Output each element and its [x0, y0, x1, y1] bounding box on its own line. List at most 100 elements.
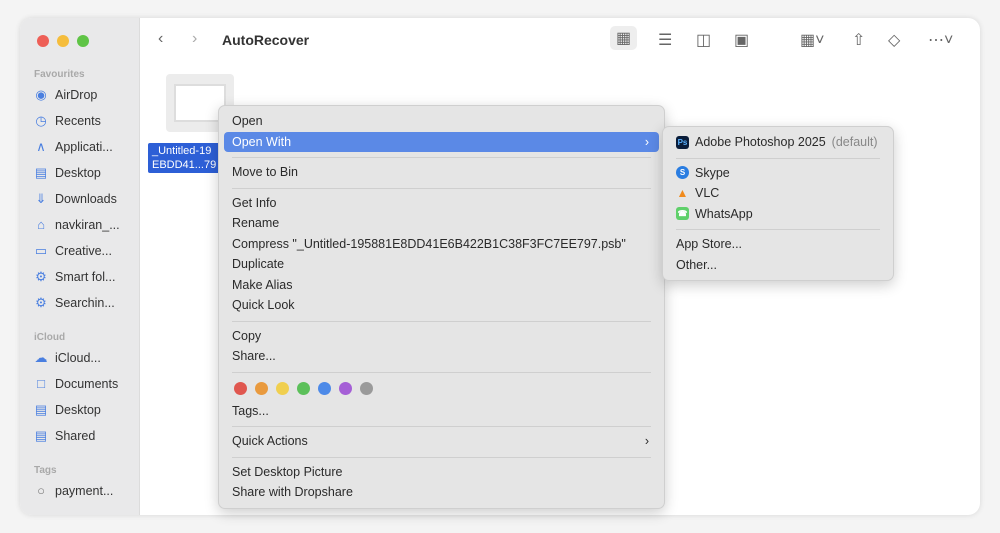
- label: Open With: [232, 134, 292, 149]
- divider: [668, 224, 888, 234]
- sidebar-item-label: Applicati...: [55, 140, 113, 154]
- home-icon: ⌂: [37, 217, 45, 232]
- label: Other...: [676, 257, 717, 272]
- app-photoshop[interactable]: Ps Adobe Photoshop 2025 (default): [668, 132, 888, 153]
- tag-colors: [224, 377, 659, 401]
- tag-icon[interactable]: ◇: [888, 30, 900, 50]
- photoshop-icon: Ps: [676, 135, 689, 149]
- group-button[interactable]: ▦˅: [800, 30, 824, 50]
- divider: [224, 183, 659, 193]
- menu-tags[interactable]: Tags...: [224, 401, 659, 422]
- icon-view-button[interactable]: ▦: [610, 26, 638, 50]
- menu-share-dropshare[interactable]: Share with Dropshare: [224, 482, 659, 503]
- sidebar-item[interactable]: ⚙ Searchin...: [34, 296, 138, 311]
- menu-copy[interactable]: Copy: [224, 326, 659, 347]
- tag-color-dot[interactable]: [234, 382, 247, 395]
- sidebar-item[interactable]: ▤ Desktop: [34, 166, 138, 181]
- sidebar-item[interactable]: ◉ AirDrop: [34, 87, 138, 103]
- sidebar-item[interactable]: ⚙ Smart fol...: [34, 270, 138, 285]
- sidebar-item[interactable]: ∧ Applicati...: [34, 139, 138, 155]
- tag-color-dot[interactable]: [276, 382, 289, 395]
- document-icon: □: [37, 376, 45, 391]
- list-view-button[interactable]: ☰: [658, 30, 672, 50]
- divider: [224, 452, 659, 462]
- label: Move to Bin: [232, 165, 299, 179]
- tag-color-dot[interactable]: [339, 382, 352, 395]
- sidebar-item-label: Shared: [55, 429, 96, 443]
- label: Rename: [232, 216, 280, 230]
- label: Duplicate: [232, 257, 285, 271]
- share-icon[interactable]: ⇧: [852, 30, 865, 50]
- label: VLC: [695, 186, 720, 200]
- airdrop-icon: ◉: [35, 87, 47, 102]
- sidebar-item-label: iCloud...: [55, 351, 101, 365]
- menu-make-alias[interactable]: Make Alias: [224, 275, 659, 296]
- menu-duplicate[interactable]: Duplicate: [224, 254, 659, 275]
- tag-color-dot[interactable]: [360, 382, 373, 395]
- app-skype[interactable]: S Skype: [668, 163, 888, 184]
- applications-icon: ∧: [36, 139, 46, 154]
- menu-compress[interactable]: Compress "_Untitled-195881E8DD41E6B422B1…: [224, 234, 659, 255]
- section-favourites: Favourites: [34, 69, 85, 80]
- divider: [224, 367, 659, 377]
- menu-quick-actions[interactable]: Quick Actions ›: [224, 431, 659, 452]
- divider: [224, 316, 659, 326]
- sidebar-item-label: payment...: [55, 484, 114, 498]
- clock-icon: ◷: [35, 113, 47, 128]
- open-with-submenu: Ps Adobe Photoshop 2025 (default) S Skype ▲…: [662, 126, 894, 281]
- menu-open-with[interactable]: Open With ›: [224, 131, 659, 152]
- close-button[interactable]: [37, 35, 49, 47]
- app-whatsapp[interactable]: ☎ WhatsApp: [668, 204, 888, 225]
- file-name-line1: _Untitled-19: [152, 145, 212, 157]
- menu-share[interactable]: Share...: [224, 346, 659, 367]
- divider: [668, 153, 888, 163]
- sidebar-item[interactable]: □ Documents: [34, 376, 138, 392]
- sidebar-item[interactable]: ⇓ Downloads: [34, 192, 138, 207]
- sidebar-item[interactable]: ▭ Creative...: [34, 244, 138, 259]
- app-store[interactable]: App Store...: [668, 234, 888, 255]
- tag-color-dot[interactable]: [255, 382, 268, 395]
- label: Compress "_Untitled-195881E8DD41E6B422B1…: [232, 236, 626, 251]
- sidebar-item[interactable]: ⌂ navkiran_...: [34, 217, 138, 233]
- sidebar-item-label: Recents: [55, 114, 101, 128]
- tag-color-dot[interactable]: [297, 382, 310, 395]
- menu-quick-look[interactable]: Quick Look: [224, 295, 659, 316]
- vlc-icon: ▲: [676, 185, 689, 200]
- sidebar-item[interactable]: ▤ Shared: [34, 429, 138, 444]
- tag-color-dot[interactable]: [318, 382, 331, 395]
- sidebar-item-label: navkiran_...: [55, 218, 120, 232]
- gallery-view-button[interactable]: ▣: [734, 30, 749, 50]
- label: WhatsApp: [695, 206, 753, 221]
- zoom-button[interactable]: [77, 35, 89, 47]
- menu-rename[interactable]: Rename: [224, 213, 659, 234]
- file-name[interactable]: _Untitled-19 EBDD41...79: [148, 143, 220, 173]
- app-vlc[interactable]: ▲ VLC: [668, 183, 888, 204]
- toolbar: ‹ › AutoRecover ▦ ☰ ◫ ▣ ▦˅ ⇧ ◇ ⋯˅: [140, 18, 980, 62]
- app-other[interactable]: Other...: [668, 255, 888, 276]
- more-icon[interactable]: ⋯˅: [928, 30, 953, 50]
- menu-open[interactable]: Open: [224, 111, 659, 132]
- forward-button[interactable]: ›: [192, 30, 197, 48]
- sidebar-item[interactable]: ○ payment...: [34, 484, 138, 499]
- menu-get-info[interactable]: Get Info: [224, 193, 659, 214]
- sidebar-item[interactable]: ☁ iCloud...: [34, 351, 138, 366]
- label: Make Alias: [232, 277, 293, 292]
- label: Tags...: [232, 403, 269, 418]
- label: Skype: [695, 165, 730, 180]
- column-view-button[interactable]: ◫: [696, 30, 711, 50]
- default-label: (default): [831, 135, 878, 149]
- sidebar-item-label: Desktop: [55, 403, 101, 417]
- label: Get Info: [232, 195, 277, 210]
- divider: [224, 152, 659, 162]
- menu-move-to-bin[interactable]: Move to Bin: [224, 162, 659, 183]
- sidebar: Favourites ◉ AirDrop ◷ Recents ∧ Applicati...…: [20, 18, 140, 515]
- sidebar-item-label: Downloads: [55, 192, 117, 206]
- whatsapp-icon: ☎: [676, 207, 689, 221]
- sidebar-item[interactable]: ▤ Desktop: [34, 403, 138, 418]
- minimize-button[interactable]: [57, 35, 69, 47]
- menu-set-desktop-picture[interactable]: Set Desktop Picture: [224, 462, 659, 483]
- back-button[interactable]: ‹: [158, 30, 163, 48]
- sidebar-item[interactable]: ◷ Recents: [34, 113, 138, 129]
- label: Quick Actions: [232, 434, 308, 448]
- context-menu: Open Open With › Move to Bin Get Info Ren…: [218, 105, 665, 509]
